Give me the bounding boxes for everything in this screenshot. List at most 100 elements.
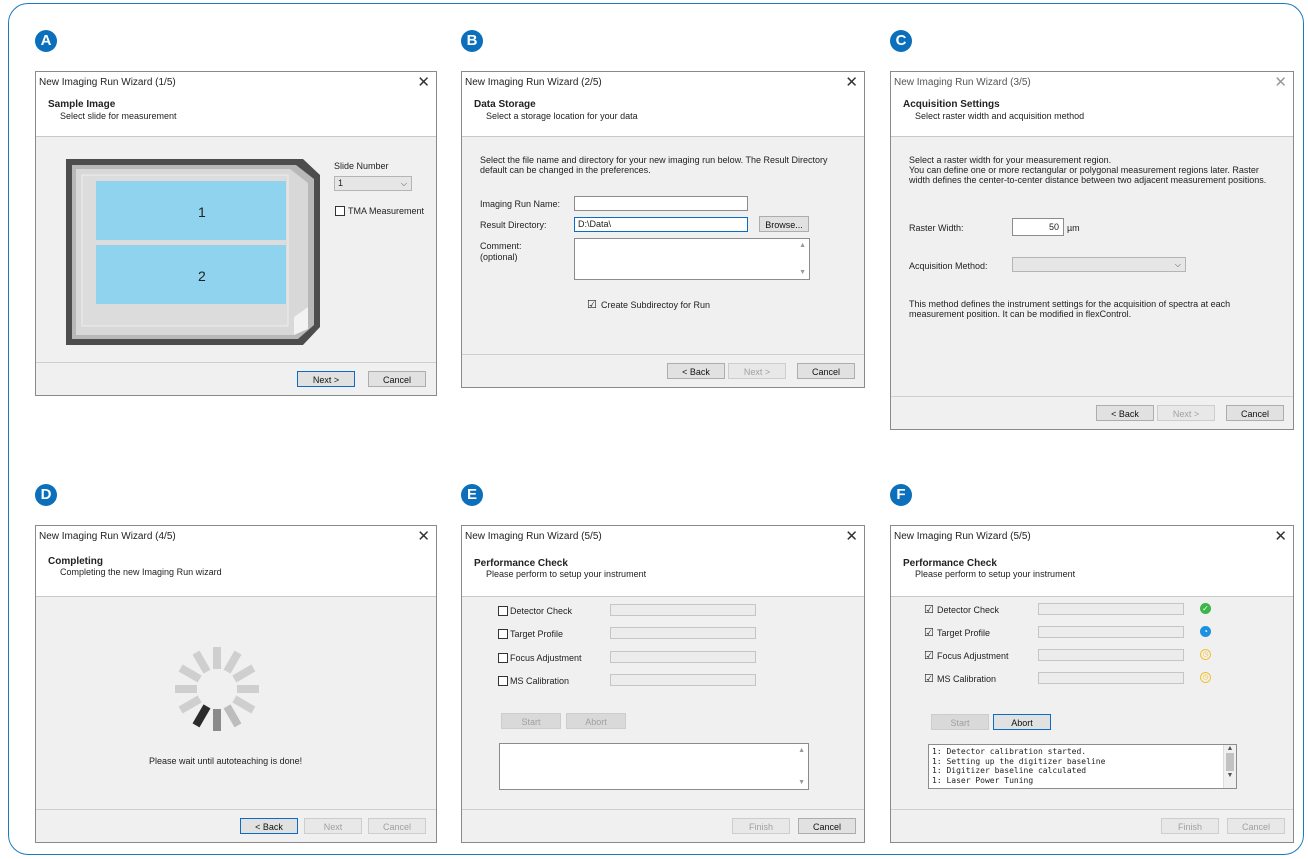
scroll-down-icon[interactable]: ▼ — [799, 269, 806, 276]
wizard-body: Detector Check Target Profile Focus Adju… — [462, 597, 864, 812]
close-icon[interactable]: ✕ — [845, 72, 858, 94]
comment-optional-label: (optional) — [480, 252, 518, 262]
cancel-button[interactable]: Cancel — [798, 818, 856, 834]
slide-region-2[interactable] — [96, 245, 286, 304]
focus-adjustment-progress — [610, 651, 756, 663]
log-textarea: ▲ ▼ — [499, 743, 809, 790]
slide-number-value: 1 — [338, 178, 344, 188]
detector-check-label: Detector Check — [937, 605, 1000, 615]
ms-calibration-progress — [1038, 672, 1184, 684]
loading-spinner-icon — [175, 647, 259, 731]
window-title: New Imaging Run Wizard (5/5) — [465, 531, 602, 542]
wizard-header: Performance Check Please perform to setu… — [891, 548, 1293, 597]
subdir-check-mark[interactable]: ☑ — [587, 298, 597, 311]
chevron-down-icon: ⌵ — [1174, 260, 1181, 269]
focus-adjustment-checkbox[interactable]: ☑ — [924, 649, 934, 662]
scroll-up-icon[interactable]: ▲ — [1224, 745, 1236, 752]
header-title: Data Storage — [474, 99, 536, 110]
clock-icon: ◷ — [1200, 649, 1211, 660]
ms-calibration-label: MS Calibration — [937, 674, 997, 684]
abort-button[interactable]: Abort — [566, 713, 626, 729]
finish-button[interactable]: Finish — [1161, 818, 1219, 834]
wizard-header: Acquisition Settings Select raster width… — [891, 94, 1293, 137]
slide-number-label: Slide Number — [334, 161, 389, 171]
close-icon[interactable]: ✕ — [1274, 526, 1287, 548]
run-name-input[interactable] — [574, 196, 748, 211]
window-title: New Imaging Run Wizard (1/5) — [39, 77, 176, 88]
slide-region-1[interactable] — [96, 181, 286, 240]
scroll-down-icon[interactable]: ▼ — [798, 779, 805, 786]
back-button[interactable]: < Back — [667, 363, 725, 379]
method-select[interactable]: ⌵ — [1012, 257, 1186, 272]
wizard-footer: Finish Cancel — [891, 809, 1293, 842]
header-subtitle: Select a storage location for your data — [486, 111, 638, 121]
note-text: This method defines the instrument setti… — [909, 299, 1230, 319]
slide-number-select[interactable]: 1 ⌵ — [334, 176, 412, 191]
target-profile-label: Target Profile — [510, 629, 564, 639]
scroll-up-icon[interactable]: ▲ — [798, 747, 805, 754]
intro-text: Select the file name and directory for y… — [480, 155, 828, 175]
comment-label: Comment: — [480, 241, 522, 251]
next-button[interactable]: Next > — [297, 371, 355, 387]
scroll-thumb[interactable] — [1226, 753, 1234, 771]
focus-adjustment-progress — [1038, 649, 1184, 661]
clock-icon: ◷ — [1200, 672, 1211, 683]
progress-circle-icon: ◔ — [1200, 626, 1211, 637]
close-icon[interactable]: ✕ — [417, 72, 430, 94]
wizard-body: Please wait until autoteaching is done! — [36, 597, 436, 812]
target-profile-progress — [610, 627, 756, 639]
back-button[interactable]: < Back — [240, 818, 298, 834]
comment-textarea[interactable]: ▲ ▼ — [574, 238, 810, 280]
check-circle-icon: ✓ — [1200, 603, 1211, 614]
result-dir-input[interactable]: D:\Data\ — [574, 217, 748, 232]
header-subtitle: Please perform to setup your instrument — [486, 569, 647, 579]
start-button[interactable]: Start — [501, 713, 561, 729]
close-icon[interactable]: ✕ — [845, 526, 858, 548]
wizard-body: Select the file name and directory for y… — [462, 137, 864, 357]
tma-checkbox[interactable] — [335, 206, 345, 216]
raster-input[interactable]: 50 — [1012, 218, 1064, 236]
note-line: measurement position. It can be modified… — [909, 309, 1132, 319]
abort-button[interactable]: Abort — [993, 714, 1051, 730]
target-profile-checkbox[interactable] — [498, 629, 508, 639]
cancel-button[interactable]: Cancel — [797, 363, 855, 379]
cancel-button[interactable]: Cancel — [368, 371, 426, 387]
cancel-button[interactable]: Cancel — [368, 818, 426, 834]
log-textarea: 1: Detector calibration started. 1: Sett… — [928, 744, 1237, 789]
next-button[interactable]: Next — [304, 818, 362, 834]
method-label: Acquisition Method: — [909, 261, 988, 271]
cancel-button[interactable]: Cancel — [1226, 405, 1284, 421]
next-button[interactable]: Next > — [1157, 405, 1215, 421]
browse-button[interactable]: Browse... — [759, 216, 809, 232]
finish-button[interactable]: Finish — [732, 818, 790, 834]
scroll-up-icon[interactable]: ▲ — [799, 242, 806, 249]
region-2-label: 2 — [198, 268, 206, 284]
detector-check-progress — [610, 604, 756, 616]
detector-check-checkbox[interactable]: ☑ — [924, 603, 934, 616]
detector-check-checkbox[interactable] — [498, 606, 508, 616]
subdir-label: Create Subdirectoy for Run — [601, 300, 711, 310]
region-1-label: 1 — [198, 204, 206, 220]
wizard-header: Performance Check Please perform to setu… — [462, 548, 864, 597]
scroll-down-icon[interactable]: ▼ — [1224, 772, 1236, 779]
ms-calibration-checkbox[interactable] — [498, 676, 508, 686]
close-icon[interactable]: ✕ — [1274, 72, 1287, 94]
back-button[interactable]: < Back — [1096, 405, 1154, 421]
wizard-window-b: New Imaging Run Wizard (2/5) ✕ Data Stor… — [461, 71, 865, 388]
start-button[interactable]: Start — [931, 714, 989, 730]
next-button[interactable]: Next > — [728, 363, 786, 379]
panel-badge-a: A — [35, 30, 57, 52]
target-profile-checkbox[interactable]: ☑ — [924, 626, 934, 639]
ms-calibration-checkbox[interactable]: ☑ — [924, 672, 934, 685]
header-title: Performance Check — [903, 558, 997, 569]
log-scrollbar[interactable]: ▲ ▼ — [1223, 745, 1236, 788]
target-profile-progress — [1038, 626, 1184, 638]
close-icon[interactable]: ✕ — [417, 526, 430, 548]
wizard-body: 1 2 Slide Number 1 ⌵ TMA Measurement — [36, 137, 436, 365]
result-dir-label: Result Directory: — [480, 220, 547, 230]
focus-adjustment-checkbox[interactable] — [498, 653, 508, 663]
slide-image[interactable] — [58, 157, 323, 347]
wizard-window-e: New Imaging Run Wizard (5/5) ✕ Performan… — [461, 525, 865, 843]
cancel-button[interactable]: Cancel — [1227, 818, 1285, 834]
note-line: This method defines the instrument setti… — [909, 299, 1231, 309]
